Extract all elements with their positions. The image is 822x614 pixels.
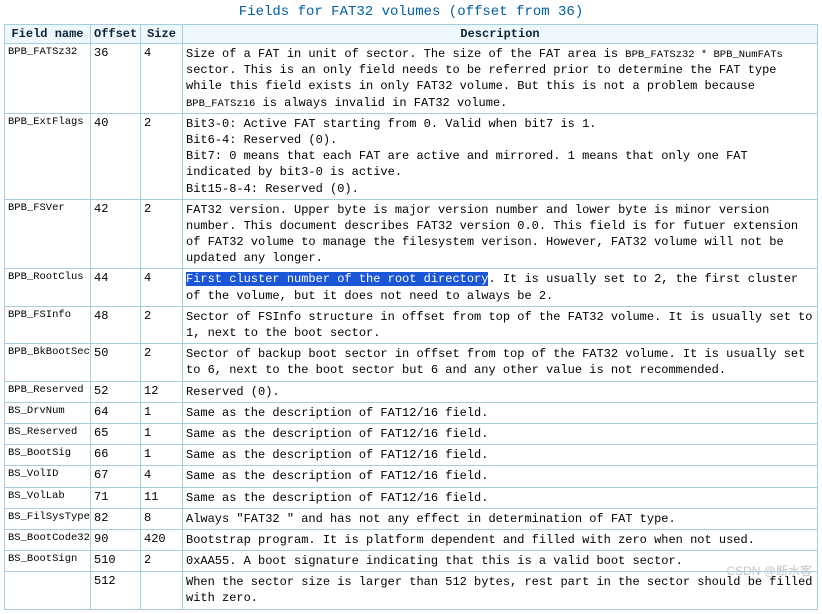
header-size: Size (141, 25, 183, 44)
cell-fieldname: BPB_ExtFlags (5, 113, 91, 199)
cell-offset: 40 (91, 113, 141, 199)
cell-size: 8 (141, 508, 183, 529)
cell-fieldname: BS_BootCode32 (5, 529, 91, 550)
cell-fieldname: BS_Reserved (5, 423, 91, 444)
cell-description: When the sector size is larger than 512 … (183, 572, 818, 609)
cell-offset: 36 (91, 44, 141, 114)
cell-description: Same as the description of FAT12/16 fiel… (183, 423, 818, 444)
cell-offset: 44 (91, 269, 141, 306)
cell-fieldname: BPB_BkBootSec (5, 344, 91, 381)
table-row: BPB_RootClus444First cluster number of t… (5, 269, 818, 306)
cell-size: 1 (141, 402, 183, 423)
cell-offset: 90 (91, 529, 141, 550)
cell-size: 4 (141, 269, 183, 306)
cell-description: Bit3-0: Active FAT starting from 0. Vali… (183, 113, 818, 199)
cell-size: 2 (141, 113, 183, 199)
cell-size: 12 (141, 381, 183, 402)
cell-fieldname: BS_VolID (5, 466, 91, 487)
table-row: BPB_FATSz32364Size of a FAT in unit of s… (5, 44, 818, 114)
cell-fieldname: BS_FilSysType (5, 508, 91, 529)
cell-fieldname: BS_BootSig (5, 445, 91, 466)
desc-line: Bit3-0: Active FAT starting from 0. Vali… (186, 117, 596, 131)
cell-offset: 82 (91, 508, 141, 529)
cell-size: 420 (141, 529, 183, 550)
cell-description: Always "FAT32 " and has not any effect i… (183, 508, 818, 529)
cell-size: 4 (141, 44, 183, 114)
cell-offset: 66 (91, 445, 141, 466)
table-row: BS_Reserved651Same as the description of… (5, 423, 818, 444)
cell-description: Sector of backup boot sector in offset f… (183, 344, 818, 381)
cell-fieldname: BPB_FSVer (5, 199, 91, 269)
inline-code: BPB_FATSz32 * BPB_NumFATs (625, 49, 783, 61)
cell-offset: 71 (91, 487, 141, 508)
table-header-row: Field name Offset Size Description (5, 25, 818, 44)
inline-code: BPB_FATSz16 (186, 98, 255, 110)
cell-description: Sector of FSInfo structure in offset fro… (183, 306, 818, 343)
table-row: BPB_Reserved5212Reserved (0). (5, 381, 818, 402)
highlighted-text[interactable]: First cluster number of the root directo… (186, 272, 488, 286)
cell-offset: 67 (91, 466, 141, 487)
header-fieldname: Field name (5, 25, 91, 44)
cell-size: 2 (141, 306, 183, 343)
cell-size: 1 (141, 423, 183, 444)
desc-text: sector. This is an only field needs to b… (186, 63, 777, 93)
cell-offset: 50 (91, 344, 141, 381)
desc-line: Bit15-8-4: Reserved (0). (186, 182, 359, 196)
cell-size: 1 (141, 445, 183, 466)
table-row: BS_FilSysType828Always "FAT32 " and has … (5, 508, 818, 529)
table-row: BPB_FSInfo482Sector of FSInfo structure … (5, 306, 818, 343)
cell-fieldname (5, 572, 91, 609)
table-row: BS_VolLab7111Same as the description of … (5, 487, 818, 508)
header-description: Description (183, 25, 818, 44)
cell-description: First cluster number of the root directo… (183, 269, 818, 306)
cell-description: Size of a FAT in unit of sector. The siz… (183, 44, 818, 114)
table-row: 512 When the sector size is larger than 5… (5, 572, 818, 609)
table-row: BS_BootSign51020xAA55. A boot signature … (5, 551, 818, 572)
cell-size: 2 (141, 344, 183, 381)
cell-offset: 48 (91, 306, 141, 343)
cell-description: Same as the description of FAT12/16 fiel… (183, 487, 818, 508)
desc-line: Bit6-4: Reserved (0). (186, 133, 337, 147)
cell-size (141, 572, 183, 609)
table-row: BS_DrvNum641Same as the description of F… (5, 402, 818, 423)
desc-line: Bit7: 0 means that each FAT are active a… (186, 149, 748, 179)
cell-description: 0xAA55. A boot signature indicating that… (183, 551, 818, 572)
header-offset: Offset (91, 25, 141, 44)
cell-offset: 42 (91, 199, 141, 269)
table-caption: Fields for FAT32 volumes (offset from 36… (4, 4, 818, 20)
cell-description: Same as the description of FAT12/16 fiel… (183, 466, 818, 487)
cell-description: Reserved (0). (183, 381, 818, 402)
cell-fieldname: BS_VolLab (5, 487, 91, 508)
cell-offset: 65 (91, 423, 141, 444)
table-row: BS_VolID674Same as the description of FA… (5, 466, 818, 487)
table-row: BS_BootCode3290420Bootstrap program. It … (5, 529, 818, 550)
table-row: BPB_FSVer422FAT32 version. Upper byte is… (5, 199, 818, 269)
cell-fieldname: BPB_FSInfo (5, 306, 91, 343)
cell-description: Same as the description of FAT12/16 fiel… (183, 445, 818, 466)
cell-description: Bootstrap program. It is platform depend… (183, 529, 818, 550)
cell-fieldname: BPB_RootClus (5, 269, 91, 306)
cell-description: Same as the description of FAT12/16 fiel… (183, 402, 818, 423)
cell-size: 4 (141, 466, 183, 487)
cell-fieldname: BS_DrvNum (5, 402, 91, 423)
cell-size: 2 (141, 199, 183, 269)
cell-size: 2 (141, 551, 183, 572)
cell-size: 11 (141, 487, 183, 508)
cell-description: FAT32 version. Upper byte is major versi… (183, 199, 818, 269)
cell-offset: 52 (91, 381, 141, 402)
cell-offset: 510 (91, 551, 141, 572)
cell-fieldname: BPB_Reserved (5, 381, 91, 402)
cell-offset: 64 (91, 402, 141, 423)
table-row: BPB_ExtFlags402Bit3-0: Active FAT starti… (5, 113, 818, 199)
desc-text: is always invalid in FAT32 volume. (255, 96, 507, 110)
cell-fieldname: BPB_FATSz32 (5, 44, 91, 114)
table-row: BS_BootSig661Same as the description of … (5, 445, 818, 466)
cell-offset: 512 (91, 572, 141, 609)
table-row: BPB_BkBootSec502Sector of backup boot se… (5, 344, 818, 381)
cell-fieldname: BS_BootSign (5, 551, 91, 572)
desc-text: Size of a FAT in unit of sector. The siz… (186, 47, 625, 61)
fat32-fields-table: Field name Offset Size Description BPB_F… (4, 24, 818, 610)
